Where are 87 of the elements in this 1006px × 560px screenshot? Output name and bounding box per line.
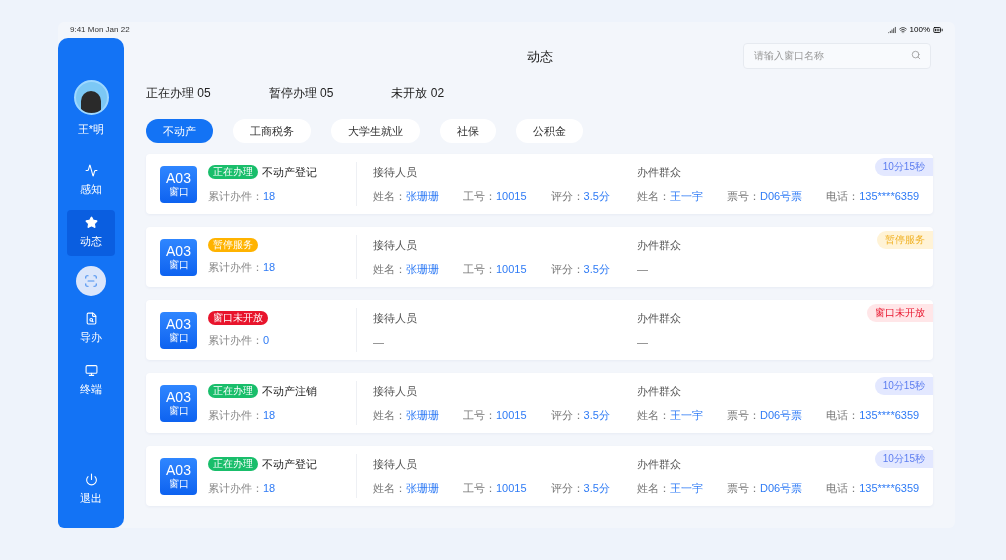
info-field: 评分：3.5分 [550,261,610,278]
power-icon [84,472,98,486]
info-field: 票号：D06号票 [727,188,803,205]
info-field: 姓名：张珊珊 [373,480,439,497]
info-field: 工号：10015 [463,407,527,424]
info-field: 工号：10015 [463,261,527,278]
case-count: 累计办件：18 [208,480,277,496]
info-field: 姓名：张珊珊 [373,407,439,424]
window-number-badge: A03 窗口 [160,165,197,203]
business-name: 不动产登记 [262,457,317,472]
status-tag: 暂停服务 [877,231,933,249]
scan-button[interactable] [76,265,106,296]
category-tab[interactable]: 公积金 [516,119,583,143]
info-field: 姓名：张珊珊 [373,188,439,205]
info-field: 评分：3.5分 [550,407,610,424]
status-tag: 10分15秒 [874,450,933,468]
case-count: 累计办件：18 [208,188,277,204]
info-field: 姓名：王一宇 [637,480,703,497]
status-badge: 窗口未开放 [208,311,268,326]
category-tab[interactable]: 大学生就业 [331,119,420,143]
case-count: 累计办件：18 [208,407,277,423]
status-tag: 10分15秒 [874,158,933,176]
info-field: 工号：10015 [463,480,527,497]
status-count: 未开放 02 [391,85,445,102]
window-number-badge: A03 窗口 [160,457,197,495]
wifi-icon [898,26,907,34]
empty-value: — [373,335,384,350]
search-field[interactable]: 请输入窗口名称 [743,42,931,69]
info-field: 姓名：王一宇 [637,407,703,424]
info-field: 评分：3.5分 [550,480,610,497]
info-field: 工号：10015 [463,188,527,205]
empty-value: — [637,262,648,277]
signal-icon [887,26,896,34]
case-count: 累计办件：18 [208,260,277,276]
battery-level: 100% [909,24,930,36]
section-title: 办件群众 [637,383,681,399]
section-title: 接待人员 [373,310,417,326]
info-field: 姓名：张珊珊 [373,261,439,278]
section-title: 接待人员 [373,237,417,253]
status-badge: 暂停服务 [208,238,258,253]
business-name: 不动产登记 [262,165,317,180]
info-field: 姓名：王一宇 [637,188,703,205]
category-tab[interactable]: 不动产 [146,119,213,143]
case-count: 累计办件：0 [208,333,271,349]
section-title: 接待人员 [373,456,417,472]
section-title: 办件群众 [637,164,681,180]
logout-button[interactable]: 退出 [80,472,102,506]
status-badge: 正在办理 [208,165,258,180]
status-badge: 正在办理 [208,457,258,472]
sidebar-item[interactable]: 导办 [67,305,115,352]
status-count: 正在办理 05 [146,85,211,102]
section-title: 办件群众 [637,310,681,326]
status-tag: 窗口未开放 [867,304,933,322]
section-title: 办件群众 [637,456,681,472]
search-icon [911,50,921,60]
info-field: 电话：135****6359 [826,188,920,205]
section-title: 接待人员 [373,164,417,180]
empty-value: — [637,335,648,350]
info-field: 电话：135****6359 [826,480,920,497]
page-title: 动态 [526,48,553,67]
window-number-badge: A03 窗口 [160,238,197,276]
scan-icon [84,273,98,288]
business-name: 不动产注销 [262,384,317,399]
pulse-icon [84,163,98,177]
section-title: 办件群众 [637,237,681,253]
monitor-icon [84,363,98,377]
window-number-badge: A03 窗口 [160,311,197,349]
sidebar-item[interactable]: 感知 [67,157,115,204]
info-field: 票号：D06号票 [727,407,803,424]
status-tag: 10分15秒 [874,377,933,395]
status-badge: 正在办理 [208,384,258,399]
category-tab[interactable]: 工商税务 [233,119,311,143]
window-number-badge: A03 窗口 [160,384,197,422]
avatar [73,80,109,115]
section-title: 接待人员 [373,383,417,399]
info-field: 电话：135****6359 [826,407,920,424]
user-name: 王*明 [77,122,105,137]
status-count: 暂停办理 05 [268,85,334,102]
info-field: 评分：3.5分 [550,188,610,205]
star-icon [84,215,98,229]
category-tab[interactable]: 社保 [440,119,496,143]
status-time: 9:41 Mon Jan 22 [70,24,130,36]
sidebar-item[interactable]: 终端 [67,357,115,404]
info-field: 票号：D06号票 [727,480,803,497]
sidebar-item[interactable]: 动态 [67,209,115,256]
battery-icon [933,25,943,35]
document-search-icon [84,311,98,325]
